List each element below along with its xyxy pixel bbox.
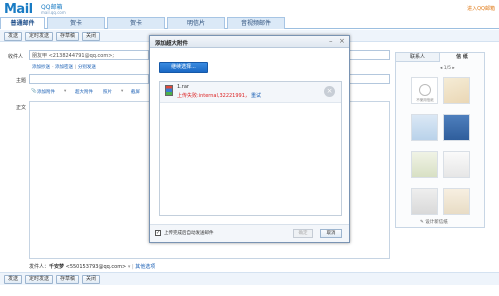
no-stationery-label: 不使用信纸 (416, 98, 434, 102)
tab-greeting-card[interactable]: 贺卡 (47, 17, 105, 29)
to-field[interactable]: 朋友甲 <2138244791@qq.com>; (29, 50, 149, 60)
stationery-thumb-4[interactable] (411, 151, 438, 178)
page-number: 1/5 (443, 66, 451, 71)
qq-mail-logo: Mail QQ邮箱 mail.qq.com (4, 2, 68, 17)
to-label: 收件人 (8, 54, 24, 60)
photo-button[interactable]: 照片 (103, 89, 112, 95)
compose-type-tabs: 普通邮件 贺卡 贺卡 明信片 音视频邮件 (0, 17, 499, 29)
tab-postcard[interactable]: 明信片 (167, 17, 225, 29)
retry-link[interactable]: 重试 (251, 92, 261, 99)
stationery-thumb-2[interactable] (411, 114, 438, 141)
paperclip-icon: 📎 (31, 89, 37, 94)
next-page-icon[interactable]: ▸ (452, 66, 454, 71)
sender-label: 发件人： (29, 264, 50, 270)
subject-label: 主题 (16, 78, 27, 84)
other-options-link[interactable]: 其他选项 (135, 264, 155, 270)
subject-input-end[interactable] (350, 74, 390, 84)
to-value: 朋友甲 <2138244791@qq.com>; (32, 53, 115, 59)
design-stationery-label: 设计新信纸 (425, 220, 448, 225)
subject-input[interactable] (29, 74, 149, 84)
stationery-thumb-7[interactable] (443, 188, 470, 215)
cancel-button[interactable]: 取消 (320, 229, 342, 238)
large-attachment-button[interactable]: 超大附件 (75, 89, 93, 95)
remove-file-icon[interactable]: × (324, 86, 335, 97)
save-draft-button-bottom[interactable]: 存草稿 (56, 275, 79, 284)
paper-pager: ◂ 1/5 ▸ (440, 66, 455, 71)
tab-av-mail[interactable]: 音视频邮件 (227, 17, 285, 29)
tab-contacts[interactable]: 联系人 (396, 53, 440, 62)
no-stationery-icon (419, 84, 431, 96)
close-button[interactable]: 关闭 (82, 32, 100, 41)
separator: | (131, 264, 134, 270)
chevron-down-icon[interactable]: ▾ (64, 89, 66, 94)
cc-links: 添加抄送 - 添加密送 | 分别发送 (32, 63, 96, 70)
no-stationery-option[interactable]: 不使用信纸 (411, 77, 438, 104)
close-button-bottom[interactable]: 关闭 (82, 275, 100, 284)
body-label: 正文 (16, 105, 27, 111)
schedule-send-button[interactable]: 定时发送 (25, 32, 53, 41)
screenshot-button[interactable]: 截屏 (131, 89, 140, 95)
add-cc-link[interactable]: 添加抄送 (32, 65, 50, 70)
tab-stationery[interactable]: 信 纸 (440, 53, 484, 62)
schedule-send-button-bottom[interactable]: 定时发送 (25, 275, 53, 284)
add-bcc-link[interactable]: 添加密送 (55, 65, 73, 70)
separate-send-link[interactable]: 分别发送 (78, 65, 96, 70)
stationery-panel: 联系人 信 纸 ◂ 1/5 ▸ 不使用信纸 ✎ 设计新信纸 (395, 52, 485, 228)
tab-normal-mail[interactable]: 普通邮件 (0, 17, 45, 29)
tab-card[interactable]: 贺卡 (107, 17, 165, 29)
stationery-thumb-3[interactable] (443, 114, 470, 141)
logo-wordmark: Mail (4, 2, 33, 17)
upload-list: 1.rar 上传失败:internal,32221991， 重试 × (159, 81, 342, 216)
logo-domain: mail.qq.com (41, 10, 66, 15)
save-draft-button[interactable]: 存草稿 (56, 32, 79, 41)
chevron-down-icon[interactable]: ▾ (128, 264, 131, 270)
send-button-bottom[interactable]: 发送 (4, 275, 22, 284)
upload-error-text: 上传失败:internal,32221991， (177, 93, 250, 99)
ok-button[interactable]: 确定 (293, 229, 313, 238)
bottom-toolbar: 发送 定时发送 存草稿 关闭 (0, 272, 499, 285)
dialog-footer: ✓ 上传完成后自动发送邮件 确定 取消 (150, 224, 349, 242)
dialog-title: 添加超大附件 (155, 41, 189, 47)
stationery-thumb-5[interactable] (443, 151, 470, 178)
stationery-thumb-1[interactable] (443, 77, 470, 104)
file-name: 1.rar (177, 84, 189, 90)
continue-select-button[interactable]: 继续选择... (159, 62, 208, 73)
archive-icon (165, 85, 173, 96)
add-attachment-button[interactable]: 添加附件 (37, 89, 55, 95)
minimize-icon[interactable]: – (329, 37, 333, 45)
enter-mailbox-link[interactable]: 进入QQ邮箱 (467, 5, 495, 12)
to-field-end[interactable] (350, 50, 390, 60)
sender-line: 发件人：千安梦 <550153793@qq.com> ▾ | 其他选项 (29, 263, 155, 270)
close-icon[interactable]: × (339, 37, 345, 45)
large-attachment-dialog: 添加超大附件 – × 继续选择... 1.rar 上传失败:internal,3… (149, 35, 350, 243)
upload-item: 1.rar 上传失败:internal,32221991， 重试 × (160, 82, 341, 103)
auto-send-checkbox[interactable]: ✓ (155, 230, 161, 236)
stationery-thumb-6[interactable] (411, 188, 438, 215)
auto-send-label: 上传完成后自动发送邮件 (164, 231, 214, 236)
send-button[interactable]: 发送 (4, 32, 22, 41)
sender-name: 千安梦 (49, 264, 65, 270)
prev-page-icon[interactable]: ◂ (440, 66, 442, 71)
dialog-titlebar: 添加超大附件 – × (150, 36, 349, 48)
sender-email: <550153793@qq.com> (65, 264, 127, 270)
chevron-down-icon[interactable]: ▾ (121, 89, 123, 94)
design-stationery-link[interactable]: ✎ 设计新信纸 (420, 219, 448, 225)
